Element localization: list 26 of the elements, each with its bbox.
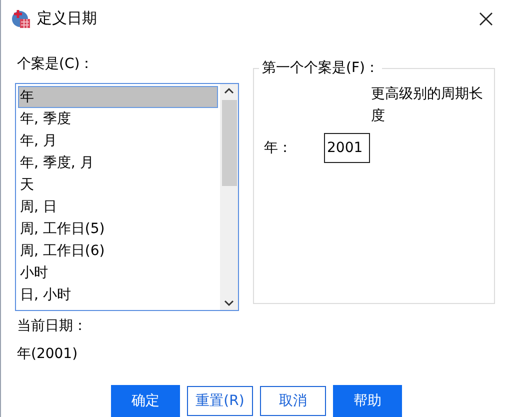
list-item[interactable]: 周, 工作日(6) (18, 240, 218, 262)
list-item[interactable]: 周, 工作日(5) (18, 218, 218, 240)
year-input[interactable]: 2001 (324, 133, 370, 163)
list-item[interactable]: 年 (18, 86, 218, 108)
list-label: 个案是(C)： (16, 55, 95, 74)
current-date-label: 当前日期： (16, 317, 88, 336)
list-item[interactable]: 小时 (18, 262, 218, 284)
list-item[interactable]: 天 (18, 174, 218, 196)
list-item[interactable]: 年, 季度, 月 (18, 152, 218, 174)
window-title: 定义日期 (37, 8, 97, 30)
field-label: 年： (264, 138, 293, 158)
close-icon (479, 12, 493, 26)
dialog-button[interactable]: 帮助 (333, 385, 402, 417)
dialog-button[interactable]: 确定 (111, 385, 180, 417)
dialog-button[interactable]: 重置(R) (187, 386, 253, 416)
scrollbar[interactable] (220, 84, 238, 310)
app-calendar-icon (11, 8, 31, 28)
list-item[interactable]: 年, 月 (18, 130, 218, 152)
case-list[interactable]: 年 年, 季度 年, 月 年, 季度, 月 天 周, 日 周, 工作日(5) 周, 工作日(6) 小时 日, 小时 (15, 83, 239, 311)
list-item[interactable]: 日, 小时 (18, 284, 218, 306)
current-date-value: 年(2001) (16, 345, 79, 364)
dialog-button[interactable]: 取消 (260, 386, 326, 416)
column-header: 更高级别的周期长度 (371, 85, 484, 126)
list-item[interactable]: 年, 季度 (18, 108, 218, 130)
list-item[interactable]: 周, 日 (18, 196, 218, 218)
scroll-thumb[interactable] (222, 100, 236, 186)
